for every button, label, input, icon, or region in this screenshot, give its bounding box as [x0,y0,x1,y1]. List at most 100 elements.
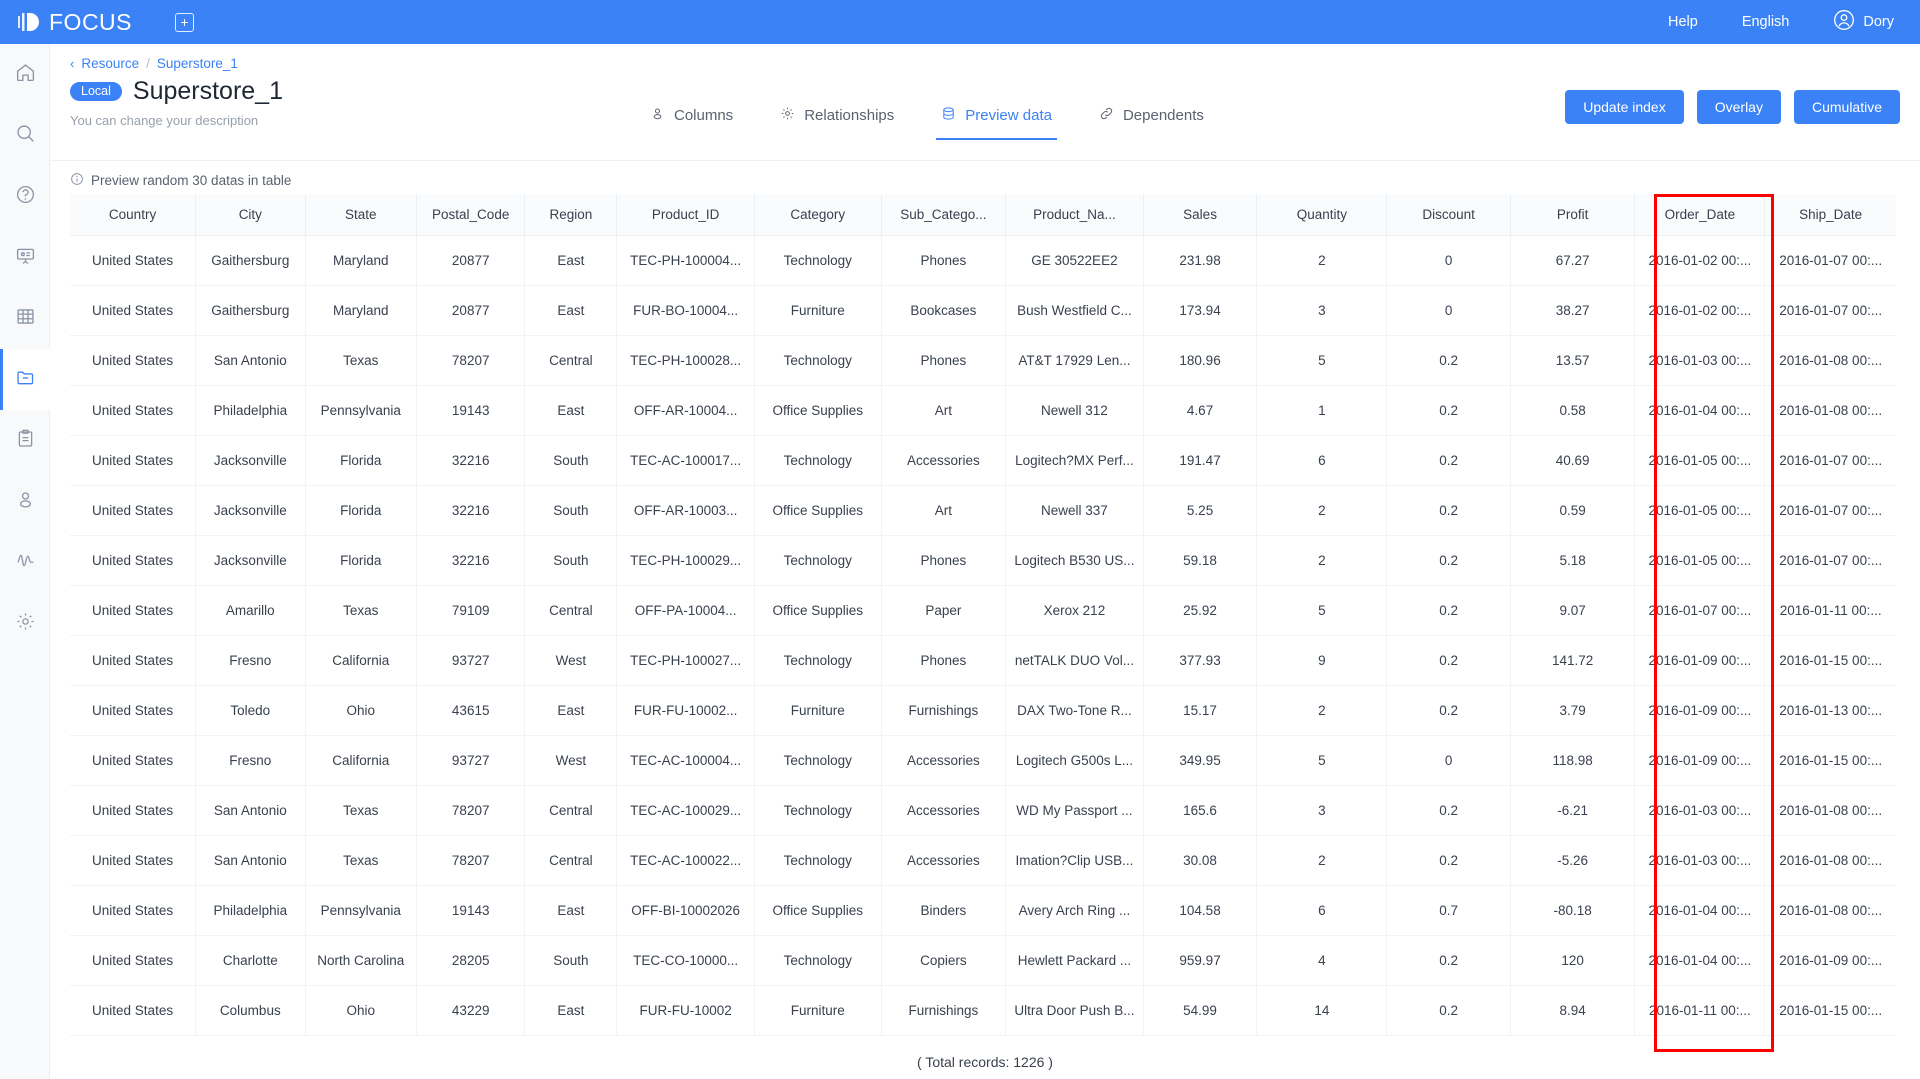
table-cell: -6.21 [1510,785,1636,836]
breadcrumb-parent[interactable]: Resource [81,56,139,71]
table-cell: 0.2 [1386,335,1511,386]
cumulative-button[interactable]: Cumulative [1793,90,1900,124]
brand-logo[interactable]: FOCUS [16,9,132,36]
sidebar-item-settings[interactable] [0,593,50,654]
table-cell: 93727 [416,635,526,686]
column-header-order-date[interactable]: Order_Date [1634,194,1766,236]
table-cell: West [524,735,618,786]
column-header-category[interactable]: Category [754,194,882,236]
table-row[interactable]: United States Charlotte North Carolina 2820… [70,935,1896,986]
table-cell: 377.93 [1143,635,1258,686]
language-selector[interactable]: English [1742,14,1790,30]
table-cell: 2016-01-02 00:... [1634,285,1766,336]
table-cell: 0.2 [1386,435,1511,486]
column-header-sales[interactable]: Sales [1143,194,1258,236]
sidebar-item-resource[interactable] [0,349,50,410]
table-cell: California [305,635,418,686]
top-bar: FOCUS + Help English Dory [0,0,1920,44]
table-row[interactable]: United States Columbus Ohio 43229 East FUR-FU… [70,985,1896,1036]
table-cell: Jacksonville [195,485,306,536]
table-cell: Accessories [881,835,1007,886]
table-cell: 32216 [416,535,526,586]
table-row[interactable]: United States Gaithersburg Maryland 20877 Ea… [70,235,1896,286]
plus-square-icon[interactable]: + [175,12,194,32]
breadcrumb-current[interactable]: Superstore_1 [157,56,238,71]
table-cell: East [524,985,618,1036]
table-cell: Imation?Clip USB... [1005,835,1144,886]
table-cell: 2 [1256,835,1388,886]
column-header-ship-date[interactable]: Ship_Date [1764,194,1896,236]
user-menu[interactable]: Dory [1833,9,1894,35]
table-row[interactable]: United States Gaithersburg Maryland 20877 Ea… [70,285,1896,336]
tab-label: Relationships [804,107,895,124]
sidebar-item-users[interactable] [0,471,50,532]
total-records-text: ( Total records: 1226 ) [917,1054,1053,1070]
table-row[interactable]: United States San Antonio Texas 78207 Centra… [70,785,1896,836]
table-row[interactable]: United States Fresno California 93727 West TE… [70,635,1896,686]
table-cell: 2 [1256,485,1388,536]
sidebar-item-monitor[interactable] [0,532,50,593]
table-cell: South [524,485,618,536]
column-header-country[interactable]: Country [70,194,197,236]
table-row[interactable]: United States Toledo Ohio 43615 East FUR-FU-1… [70,685,1896,736]
column-header-profit[interactable]: Profit [1510,194,1636,236]
tab-dependents[interactable]: Dependents [1099,106,1204,140]
table-row[interactable]: United States Philadelphia Pennsylvania 191… [70,385,1896,436]
sidebar-item-grid[interactable] [0,288,50,349]
table-row[interactable]: United States Amarillo Texas 79109 Central OF… [70,585,1896,636]
table-cell: Central [524,835,618,886]
table-cell: West [524,635,618,686]
table-cell: 120 [1510,935,1636,986]
table-cell: 5 [1256,585,1388,636]
search-icon [15,123,36,149]
column-header-city[interactable]: City [195,194,306,236]
table-cell: 2016-01-05 00:... [1634,435,1766,486]
sidebar-item-reports[interactable] [0,410,50,471]
preview-data-table-container[interactable]: Country City State Postal_Code Region Pr… [70,194,1896,1051]
table-cell: 59.18 [1143,535,1258,586]
column-header-region[interactable]: Region [524,194,618,236]
table-cell: 4.67 [1143,385,1258,436]
page-description[interactable]: You can change your description [70,113,258,128]
column-header-quantity[interactable]: Quantity [1256,194,1388,236]
overlay-button[interactable]: Overlay [1696,90,1781,124]
table-cell: 43615 [416,685,526,736]
table-header-row: Country City State Postal_Code Region Pr… [70,194,1896,236]
table-cell: 2016-01-07 00:... [1764,485,1896,536]
table-cell: 25.92 [1143,585,1258,636]
sidebar-item-search[interactable] [0,105,50,166]
table-row[interactable]: United States San Antonio Texas 78207 Centra… [70,335,1896,386]
column-header-discount[interactable]: Discount [1386,194,1511,236]
chevron-left-icon[interactable]: ‹ [70,56,74,71]
table-cell: 959.97 [1143,935,1258,986]
sidebar-item-help[interactable] [0,166,50,227]
table-cell: 141.72 [1510,635,1636,686]
table-row[interactable]: United States Jacksonville Florida 32216 Sou… [70,535,1896,586]
tab-columns[interactable]: Columns [650,106,733,140]
table-cell: Office Supplies [754,885,882,936]
brand-name: FOCUS [49,8,132,35]
table-row[interactable]: United States Philadelphia Pennsylvania 191… [70,885,1896,936]
page-title: Superstore_1 [132,77,283,105]
column-header-state[interactable]: State [305,194,418,236]
tab-bar: Columns Relationships Preview data Depen… [650,106,1204,140]
sidebar-item-home[interactable] [0,44,50,105]
help-link[interactable]: Help [1668,14,1698,30]
tab-relationships[interactable]: Relationships [780,106,894,140]
table-cell: Jacksonville [195,435,306,486]
table-cell: 191.47 [1143,435,1258,486]
tab-label: Columns [674,107,734,124]
table-row[interactable]: United States Jacksonville Florida 32216 Sou… [70,435,1896,486]
column-header-product-name[interactable]: Product_Na... [1005,194,1144,236]
column-header-product-id[interactable]: Product_ID [616,194,755,236]
table-cell: 4 [1256,935,1388,986]
tab-preview-data[interactable]: Preview data [936,106,1057,140]
table-row[interactable]: United States Fresno California 93727 West TE… [70,735,1896,786]
tab-label: Preview data [965,107,1052,124]
table-row[interactable]: United States San Antonio Texas 78207 Centra… [70,835,1896,886]
column-header-postal-code[interactable]: Postal_Code [416,194,526,236]
column-header-sub-category[interactable]: Sub_Catego... [881,194,1007,236]
sidebar-item-dashboard[interactable] [0,227,50,288]
table-row[interactable]: United States Jacksonville Florida 32216 Sou… [70,485,1896,536]
update-index-button[interactable]: Update index [1565,90,1684,124]
